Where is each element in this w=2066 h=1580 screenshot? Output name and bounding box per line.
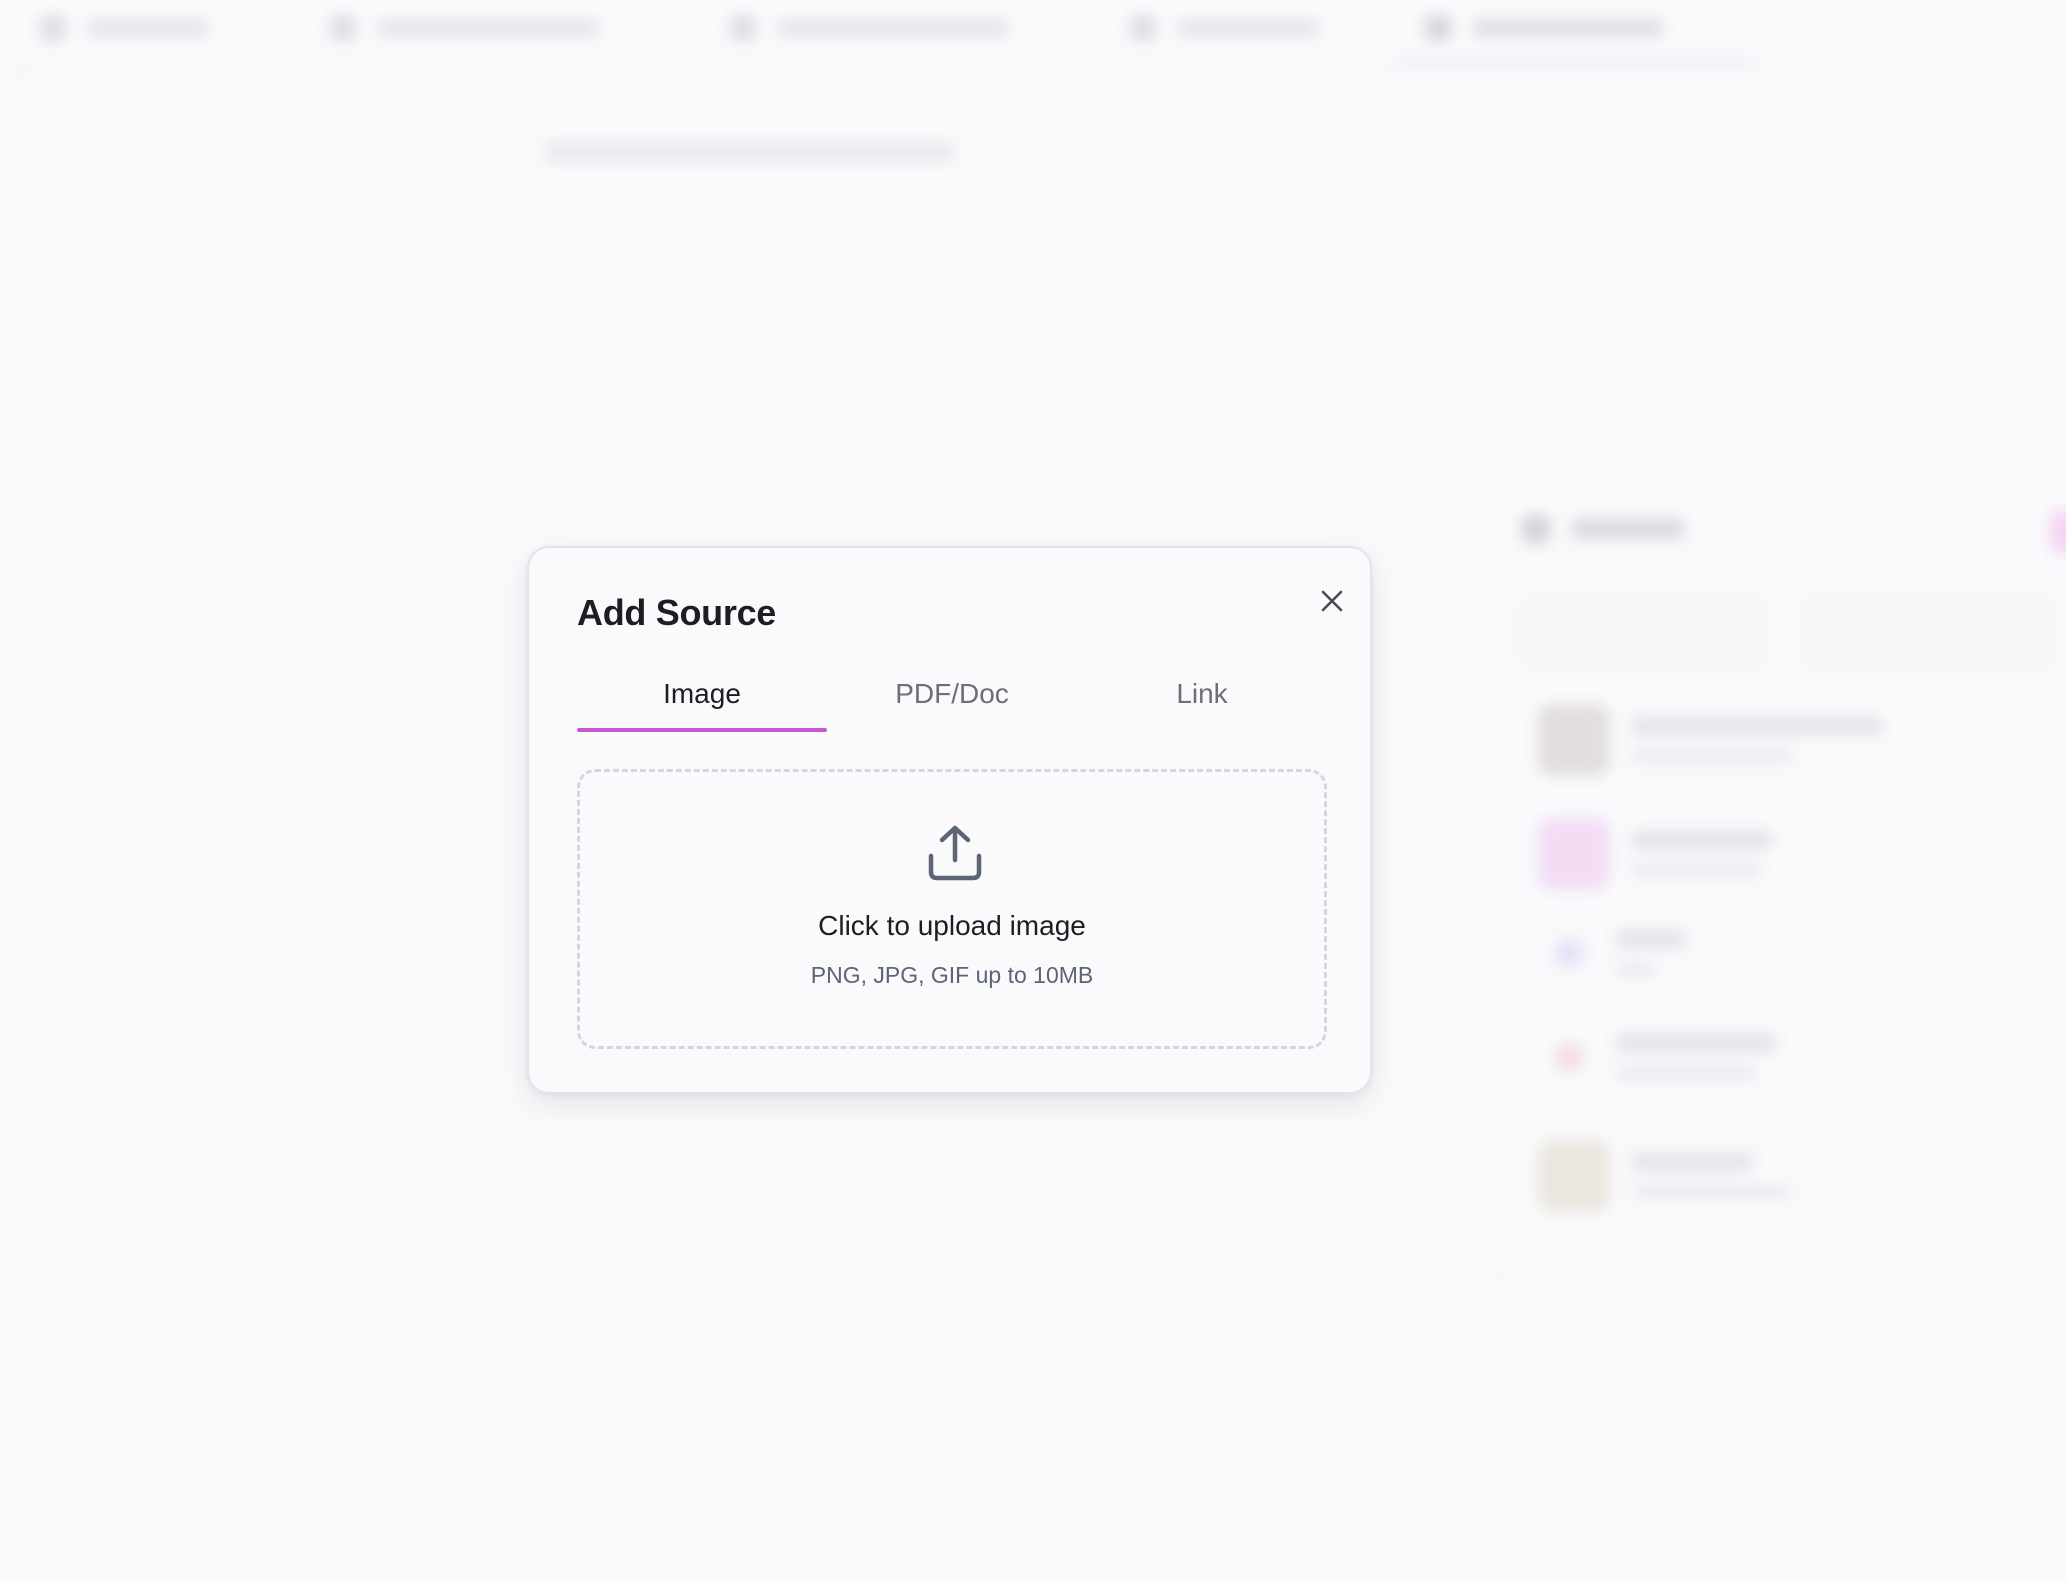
- upload-prompt: Click to upload image: [818, 910, 1086, 941]
- background-tab-underline: [1395, 60, 1750, 64]
- upload-icon: [928, 825, 982, 881]
- tab-pdf-doc-label: PDF/Doc: [895, 678, 1009, 709]
- background-list-item: [1538, 704, 1882, 776]
- background-accent-button: [2050, 510, 2066, 554]
- background-tab-bar: [0, 0, 2066, 68]
- source-type-tabs: Image PDF/Doc Link: [577, 656, 1327, 732]
- background-sidebar-edge: [0, 60, 18, 1580]
- background-tab: [730, 12, 1008, 44]
- dialog-title: Add Source: [577, 592, 777, 633]
- background-list-item: [1538, 818, 1772, 890]
- tab-image[interactable]: Image: [577, 656, 827, 732]
- background-filter: [1520, 597, 1764, 667]
- upload-file-hint: PNG, JPG, GIF up to 10MB: [810, 962, 1094, 988]
- background-panel-title: [1522, 515, 1684, 543]
- tab-image-label: Image: [663, 678, 741, 709]
- background-list-item: [1538, 930, 1686, 976]
- background-tab: [1425, 12, 1663, 44]
- tab-link-label: Link: [1176, 678, 1228, 709]
- background-tab: [1130, 12, 1318, 44]
- background-search: [1802, 597, 2056, 667]
- background-tab: [330, 12, 598, 44]
- tab-pdf-doc[interactable]: PDF/Doc: [827, 656, 1077, 732]
- image-upload-dropzone[interactable]: Click to upload image PNG, JPG, GIF up t…: [577, 769, 1327, 1049]
- background-list-item: [1538, 1034, 1776, 1080]
- tab-link[interactable]: Link: [1077, 656, 1327, 732]
- background-editor-placeholder: [545, 138, 955, 169]
- add-source-dialog: Add Source Image PDF/Doc Link Click to u…: [527, 546, 1372, 1094]
- background-tab: [40, 12, 208, 44]
- close-button[interactable]: [1309, 578, 1355, 624]
- background-list-item: [1538, 1140, 1792, 1212]
- close-icon: [1321, 590, 1343, 612]
